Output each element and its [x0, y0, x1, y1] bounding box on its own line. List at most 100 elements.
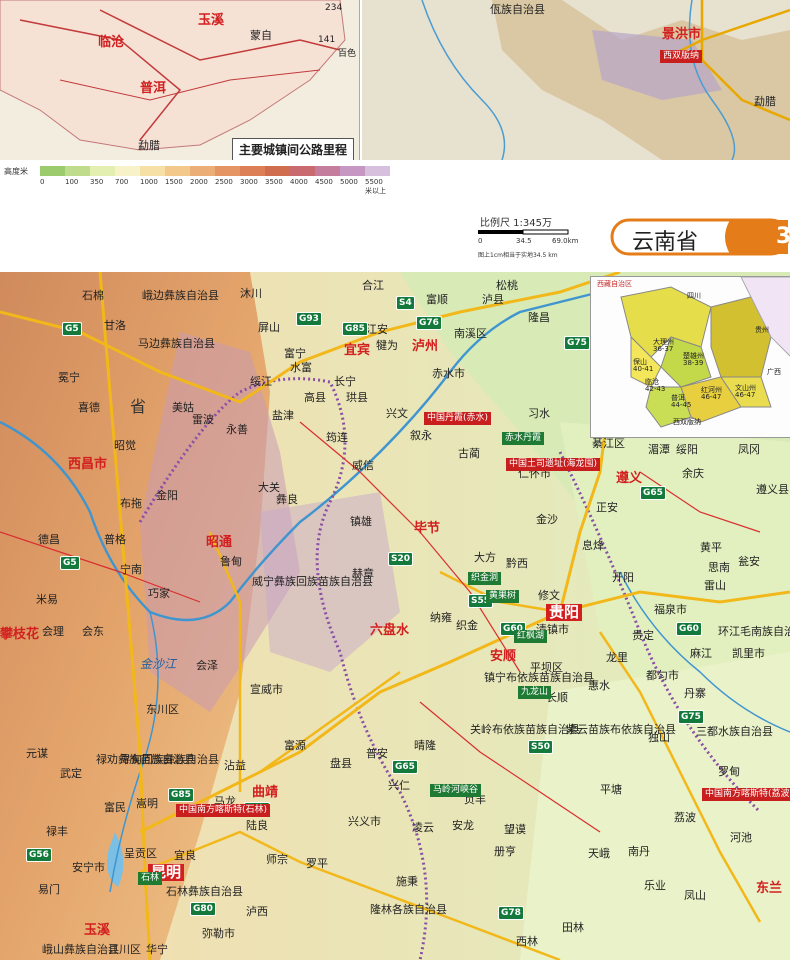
legend-swatch [140, 166, 165, 176]
legend-swatch [165, 166, 190, 176]
town-label: 册亨 [494, 845, 516, 858]
town-label: 会泽 [196, 659, 218, 672]
legend-tick: 5500 米以上 [365, 178, 386, 195]
city-baise-mini: 百色 [338, 49, 357, 59]
town-label: 荔波 [674, 811, 696, 824]
inset-neighbor: 广西 [767, 368, 781, 376]
town-label: 瓮安 [738, 555, 760, 568]
town-label: 禄丰 [46, 825, 68, 838]
town-label: 普安 [366, 747, 388, 760]
town-label: 江安 [366, 323, 388, 336]
city-anshun: 安顺 [490, 649, 517, 664]
town-label: 平坝区 [530, 661, 563, 674]
town-label: 冕宁 [58, 371, 80, 384]
scenic-label: 中国南方喀斯特(石林) [176, 804, 271, 817]
scenic-label: 中国土司遗址(海龙囤) [506, 458, 601, 471]
town-label: 沾益 [224, 759, 246, 772]
elevation-legend: 高度米 0 100 350 700 1000 1500 2000 2500 3000 3500 40… [0, 160, 790, 210]
town-label: 綦江区 [592, 437, 625, 450]
capital-guiyang: 贵阳 [546, 604, 583, 621]
legend-tick: 4500 [315, 178, 333, 186]
inset-neighbor: 四川 [687, 292, 701, 300]
town-label: 田林 [562, 921, 584, 934]
town-label: 凤山 [684, 889, 706, 902]
city-puer-mini: 普洱 [140, 81, 167, 96]
city-lincang-mini: 临沧 [98, 35, 125, 50]
town-label: 寻甸回族彝族自治县 [120, 753, 219, 766]
legend-tick: 5000 [340, 178, 358, 186]
road-shield: G93 [296, 312, 322, 326]
town-label: 彝良 [276, 493, 298, 506]
province-name: 云南省 [632, 230, 699, 255]
town-label: 金沙 [536, 513, 558, 526]
town-label: 河池 [730, 831, 752, 844]
road-shield: G60 [676, 622, 702, 636]
scenic-label: 九龙山 [518, 686, 552, 699]
town-label: 思南 [708, 561, 730, 574]
legend-tick: 0 [40, 178, 45, 186]
town-label: 威宁彝族回族苗族自治县 [252, 575, 373, 588]
town-label: 南溪区 [454, 327, 487, 340]
town-label: 松桃 [496, 279, 518, 292]
city-zhaotong: 昭通 [206, 535, 233, 550]
legend-tick: 1000 [140, 178, 158, 186]
legend-swatch [90, 166, 115, 176]
legend-ticks: 0 100 350 700 1000 1500 2000 2500 3000 3500 4000 45… [40, 178, 390, 196]
town-label: 永善 [226, 423, 248, 436]
town-label: 易门 [38, 883, 60, 896]
town-label: 呈贡区 [124, 847, 157, 860]
town-label: 米易 [36, 593, 58, 606]
town-label: 湄潭 [648, 443, 670, 456]
town-label: 兴仁 [388, 779, 410, 792]
town-label: 大关 [258, 481, 280, 494]
page-header: 比例尺 1:345万 0 34.5 69.0km 图上1cm相当于实地34.5 … [0, 210, 790, 270]
legend-swatch [40, 166, 65, 176]
town-label: 会理 [42, 625, 64, 638]
scenic-label: 黄果树 [486, 590, 520, 603]
town-label: 黄平 [700, 541, 722, 554]
scenic-label: 石林 [138, 872, 163, 885]
inset-region-pages: 36-37 [653, 345, 674, 353]
inset-neighbor: 贵州 [755, 326, 769, 334]
inset-region: 西双版纳 [673, 418, 701, 426]
town-label: 东兰 [756, 881, 783, 896]
town-label: 富顺 [426, 293, 448, 306]
town-label: 环江毛南族自治县 [718, 625, 790, 638]
city-xichang: 西昌市 [68, 457, 108, 472]
legend-tick: 3500 [265, 178, 283, 186]
legend-swatch [65, 166, 90, 176]
town-label: 元谋 [26, 747, 48, 760]
city-luzhou: 泸州 [412, 339, 439, 354]
county-label: 佤族自治县 [490, 3, 545, 16]
inset-region-pages: 40-41 [633, 365, 654, 373]
town-label: 隆昌 [528, 311, 550, 324]
town-label: 凌云 [412, 821, 434, 834]
region-label-xishuangbanna: 西双版纳 [660, 50, 703, 63]
road-shield: G75 [564, 336, 590, 350]
page-number: 3 [776, 224, 790, 249]
town-label: 富源 [284, 739, 306, 752]
inset-region-pages: 44-45 [671, 401, 692, 409]
town-label: 安宁市 [72, 861, 105, 874]
scenic-label: 织金洞 [468, 572, 502, 585]
city-yuxi: 玉溪 [84, 923, 111, 938]
town-label: 绥江 [250, 375, 272, 388]
town-label: 富宁 [284, 347, 306, 360]
city-mengzi-mini: 蒙自 [250, 29, 272, 42]
town-label: 遵义县 [756, 483, 789, 496]
scenic-label: 赤水丹霞 [502, 432, 545, 445]
town-label: 威信 [352, 459, 374, 472]
town-label: 峨边彝族自治县 [142, 289, 219, 302]
town-label: 普格 [104, 533, 126, 546]
scenic-label: 红枫湖 [514, 630, 548, 643]
distance-map-panel: 玉溪 临沧 普洱 勐腊 蒙自 百色 234 141 主要城镇间公路里程 [0, 0, 360, 160]
town-label: 石棉 [82, 289, 104, 302]
town-label: 嵩明 [136, 797, 158, 810]
road-shield: S50 [528, 740, 554, 754]
legend-tick: 100 [65, 178, 79, 186]
town-label: 鲁甸 [220, 555, 242, 568]
terrain-top-svg [362, 0, 790, 160]
town-label: 南丹 [628, 845, 650, 858]
town-label: 布拖 [120, 497, 142, 510]
legend-tick: 2500 [215, 178, 233, 186]
